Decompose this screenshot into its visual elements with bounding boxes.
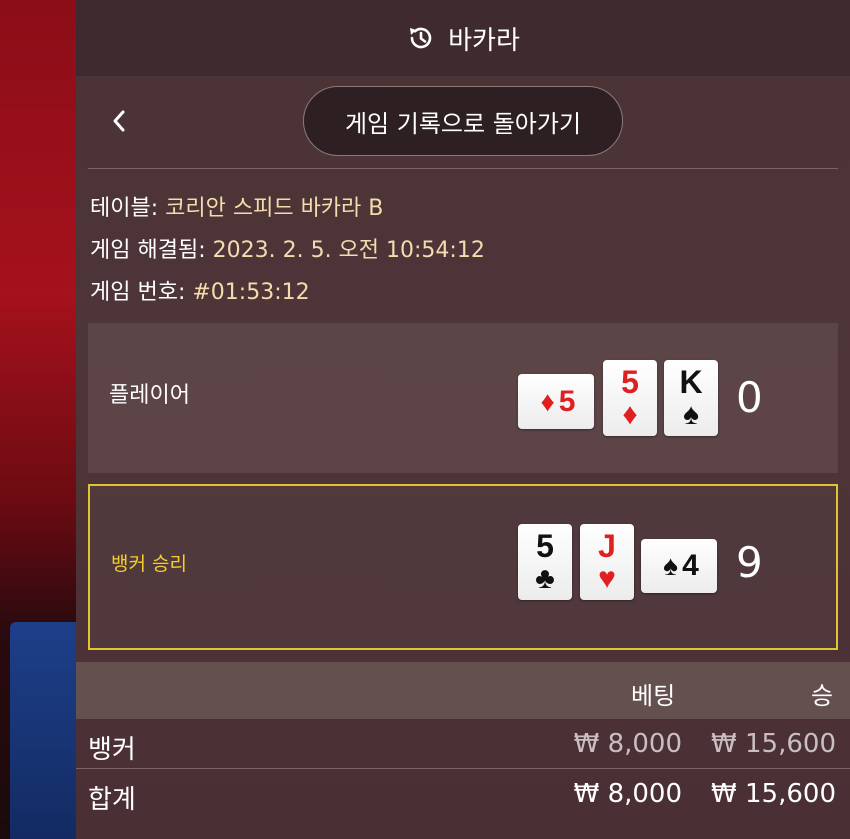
player-hand-row: 플레이어 ♦ 5 5 ♦ K ♠ 0	[88, 323, 838, 473]
banker-card-1: 5 ♣	[518, 524, 572, 600]
divider	[76, 768, 850, 769]
banker-card-2: J ♥	[580, 524, 634, 600]
game-history-panel: 바카라 게임 기록으로 돌아가기 테이블: 코리안 스피드 바카라 B 게임 해…	[76, 0, 850, 839]
total-label: 합계	[88, 785, 136, 815]
history-icon	[406, 23, 436, 53]
table-value: 코리안 스피드 바카라 B	[165, 196, 384, 221]
total-win-amount: ₩ 15,600	[711, 779, 836, 809]
return-to-history-button[interactable]: 게임 기록으로 돌아가기	[303, 86, 623, 156]
header-title: 바카라	[448, 25, 520, 56]
player-card-1: ♦ 5	[518, 374, 594, 429]
player-score: 0	[736, 373, 763, 422]
total-bet-amount: ₩ 8,000	[573, 779, 682, 809]
table-label: 테이블:	[90, 196, 166, 221]
player-card-3: K ♠	[664, 360, 718, 436]
banker-hand-row: 뱅커 승리 5 ♣ J ♥ ♠ 4 9	[88, 484, 838, 650]
table-row: 뱅커 ₩ 8,000 ₩ 15,600	[76, 721, 850, 769]
bet-amount: ₩ 8,000	[573, 729, 682, 759]
resolved-label: 게임 해결됨:	[90, 238, 213, 263]
game-number-label: 게임 번호:	[90, 280, 193, 305]
banker-score: 9	[736, 538, 763, 587]
table-rail	[10, 622, 80, 839]
win-column-header: 승	[811, 682, 834, 710]
win-amount: ₩ 15,600	[711, 729, 836, 759]
row-label: 뱅커	[88, 735, 136, 765]
game-number-info: 게임 번호: #01:53:12	[90, 274, 310, 306]
player-card-2: 5 ♦	[603, 360, 657, 436]
player-label: 플레이어	[109, 383, 190, 408]
table-row-total: 합계 ₩ 8,000 ₩ 15,600	[76, 771, 850, 819]
bet-table-header: 베팅 승	[76, 662, 850, 719]
divider	[88, 168, 838, 169]
return-to-history-label: 게임 기록으로 돌아가기	[344, 109, 582, 138]
bet-column-header: 베팅	[631, 682, 676, 710]
banker-win-label: 뱅커 승리	[111, 553, 187, 575]
banker-card-3: ♠ 4	[641, 539, 717, 593]
back-button[interactable]	[104, 103, 134, 139]
resolved-value: 2023. 2. 5. 오전 10:54:12	[212, 238, 485, 263]
chevron-left-icon	[113, 110, 125, 132]
table-info: 테이블: 코리안 스피드 바카라 B	[90, 190, 383, 222]
panel-header: 바카라	[76, 0, 850, 76]
resolved-info: 게임 해결됨: 2023. 2. 5. 오전 10:54:12	[90, 232, 485, 264]
game-number-value: #01:53:12	[192, 280, 310, 305]
